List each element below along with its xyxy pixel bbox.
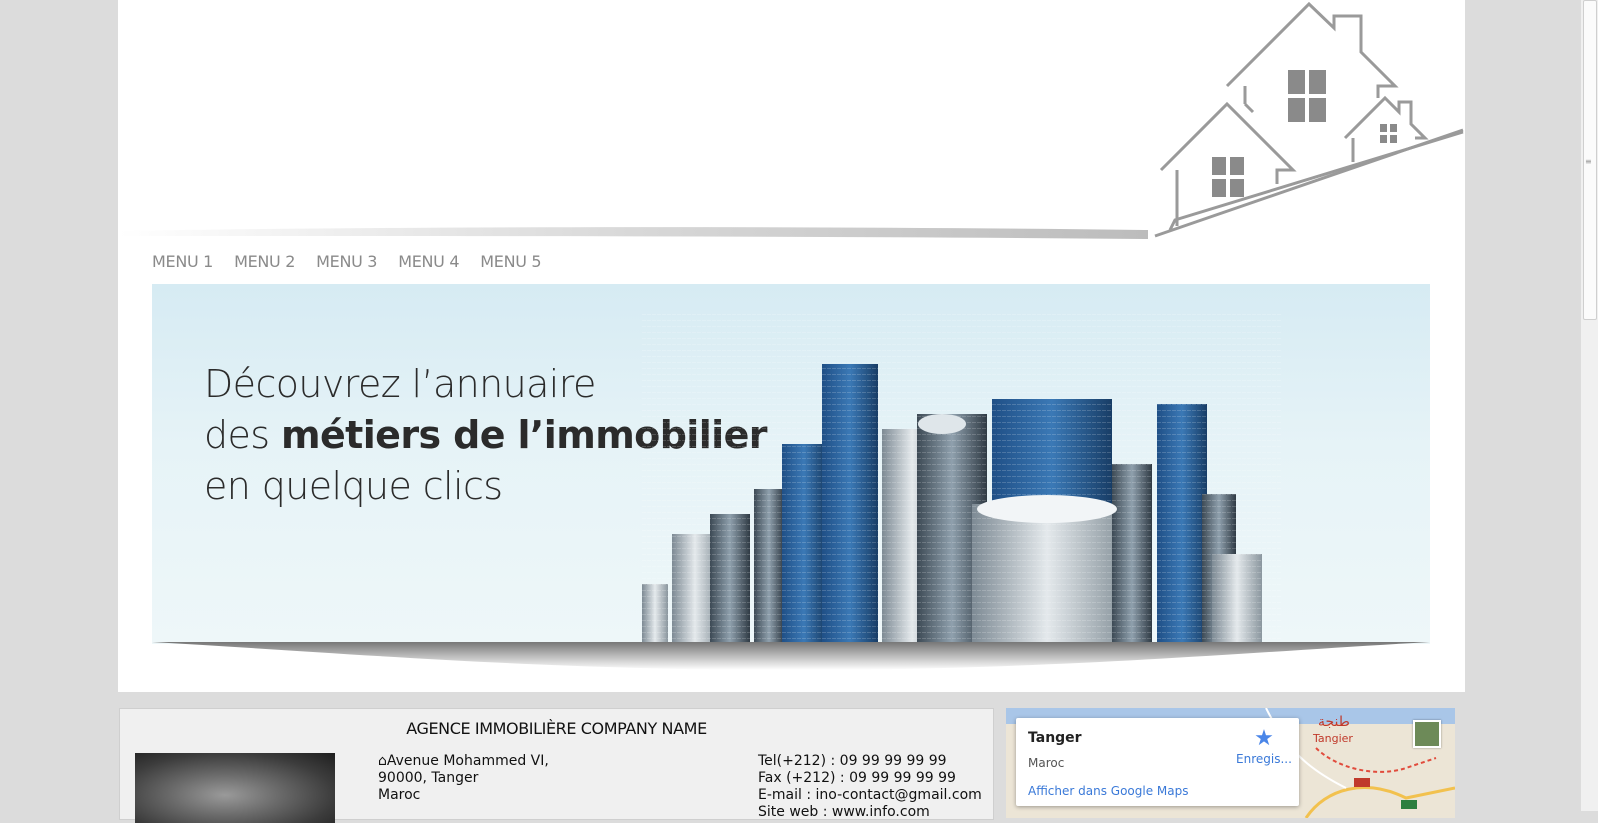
map-info-card: Tanger Maroc Afficher dans Google Maps ★… — [1016, 718, 1299, 806]
banner-shadow — [152, 642, 1430, 670]
contact-fax: Fax (+212) : 09 99 99 99 99 — [758, 770, 956, 786]
company-title: AGENCE IMMOBILIÈRE COMPANY NAME — [406, 719, 707, 738]
nav-item-menu-5[interactable]: MENU 5 — [480, 252, 541, 271]
page-container: MENU 1 MENU 2 MENU 3 MENU 4 MENU 5 Décou… — [118, 0, 1465, 692]
map-place-name: Tanger — [1028, 730, 1082, 746]
contact-website[interactable]: Site web : www.info.com — [758, 804, 982, 821]
map-label-city-ar: طنجة — [1318, 714, 1350, 730]
houses-logo — [1154, 1, 1464, 238]
address-line-1: ⌂Avenue Mohammed VI, — [378, 753, 549, 770]
contact-tel: Tel(+212) : 09 99 99 99 99 — [758, 753, 947, 769]
header — [118, 0, 1465, 240]
map-place-country: Maroc — [1028, 756, 1065, 770]
main-nav: MENU 1 MENU 2 MENU 3 MENU 4 MENU 5 — [152, 252, 562, 271]
city-skyline-illustration — [642, 314, 1282, 644]
save-place-label: Enregis... — [1236, 752, 1292, 766]
view-in-google-maps-link[interactable]: Afficher dans Google Maps — [1028, 784, 1189, 798]
contact-email[interactable]: E-mail : ino-contact@gmail.com — [758, 787, 982, 804]
nav-item-menu-3[interactable]: MENU 3 — [316, 252, 377, 271]
address-line-3: Maroc — [378, 787, 421, 803]
hero-banner: Découvrez l’annuaire des métiers de l’im… — [152, 284, 1430, 644]
scrollbar-grip-icon: ≡ — [1585, 157, 1592, 166]
address-street: Avenue Mohammed VI, — [386, 753, 549, 769]
nav-item-menu-1[interactable]: MENU 1 — [152, 252, 213, 271]
google-map[interactable]: طنجة Tangier Tanger Maroc Afficher dans … — [1006, 708, 1455, 818]
save-place-button[interactable]: ★ Enregis... — [1236, 726, 1292, 766]
agent-photo — [135, 753, 335, 823]
hero-line-2-prefix: des — [204, 413, 281, 457]
company-info-panel: AGENCE IMMOBILIÈRE COMPANY NAME ⌂Avenue … — [119, 708, 994, 823]
nav-item-menu-2[interactable]: MENU 2 — [234, 252, 295, 271]
vertical-scrollbar[interactable]: ≡ — [1581, 0, 1598, 811]
address-line-2: 90000, Tanger — [378, 770, 479, 786]
map-label-city: Tangier — [1313, 732, 1353, 745]
nav-item-menu-4[interactable]: MENU 4 — [398, 252, 459, 271]
map-user-avatar[interactable] — [1413, 720, 1441, 748]
star-icon: ★ — [1254, 726, 1274, 751]
company-address: ⌂Avenue Mohammed VI, 90000, Tanger Maroc — [378, 753, 549, 804]
home-icon: ⌂ — [378, 753, 387, 769]
